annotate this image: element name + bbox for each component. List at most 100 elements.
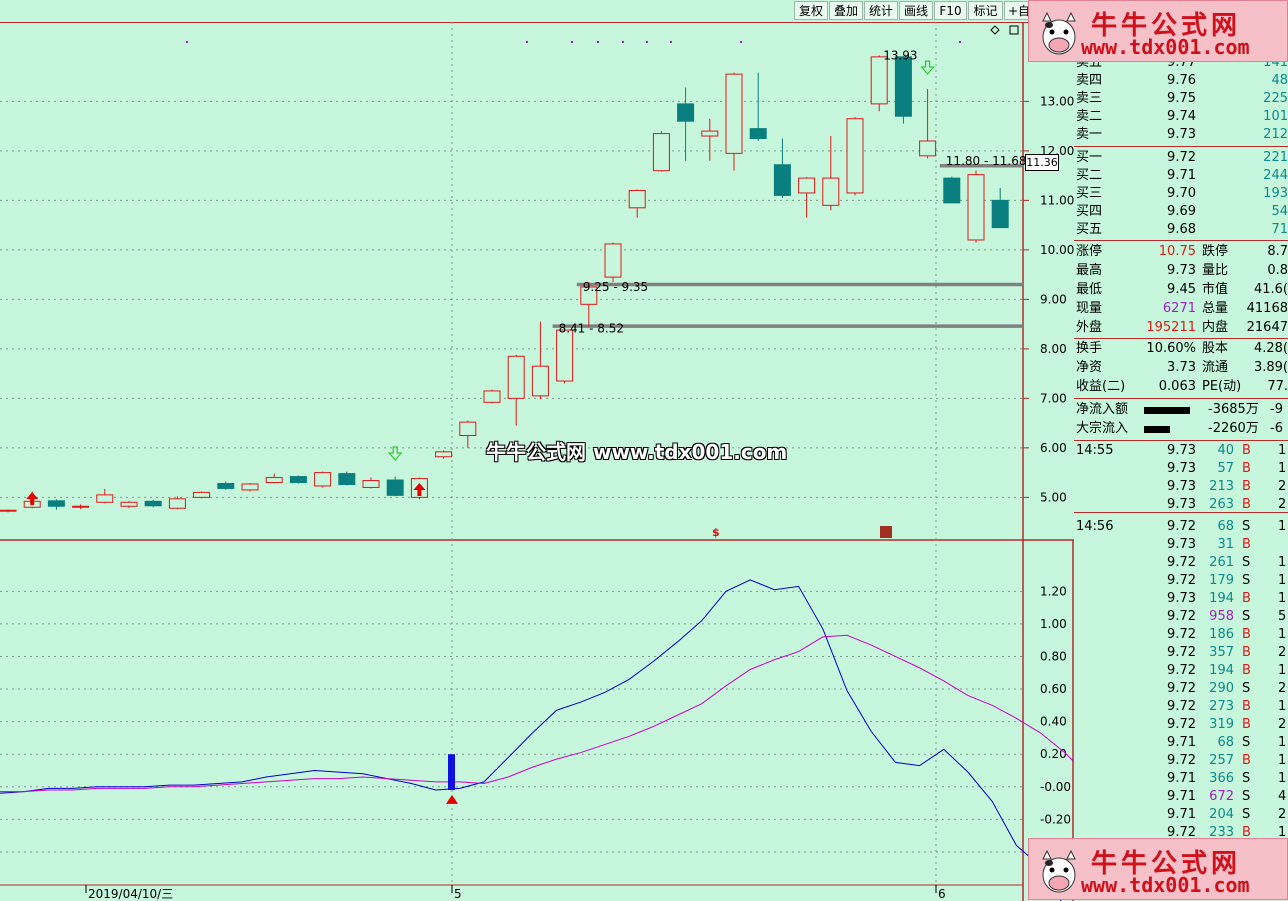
cell: B — [1242, 443, 1251, 458]
logo-url: www.tdx001.com — [1081, 873, 1250, 897]
toolbar-button-0[interactable]: 复权 — [794, 1, 828, 20]
ind-axis-label: -0.20 — [1040, 812, 1071, 826]
candle — [168, 496, 186, 510]
candle — [314, 471, 332, 488]
tick-row: 9.72 186 B 1 — [1074, 626, 1288, 644]
cell: 21647 — [1246, 320, 1288, 335]
cell: 1 — [1278, 519, 1287, 534]
price-annotation: 8.41 - 8.52 — [559, 322, 624, 336]
candle — [749, 72, 767, 141]
cell: 77. — [1267, 379, 1288, 394]
candle — [919, 89, 937, 159]
cell: 0.063 — [1158, 379, 1196, 394]
logo-banner-bottom: 牛牛公式网 www.tdx001.com — [1028, 838, 1288, 900]
candle — [967, 170, 985, 243]
stat-row: 外盘 195211 内盘 21647 — [1074, 319, 1288, 337]
panel-divider — [1074, 240, 1288, 241]
candle — [894, 55, 912, 124]
stat2-row: 净资 3.73 流通 3.89( — [1074, 359, 1288, 377]
panel-divider — [1074, 440, 1288, 441]
cell: 672 — [1209, 789, 1234, 804]
candle-body — [483, 390, 501, 403]
toolbar-button-5[interactable]: 标记 — [968, 1, 1003, 20]
cell: 225 — [1263, 91, 1288, 106]
signal-triangle-icon — [446, 794, 458, 804]
cell: 213 — [1209, 479, 1234, 494]
cell: B — [1242, 717, 1251, 732]
cell: B — [1242, 663, 1251, 678]
cell: 9.71 — [1167, 168, 1196, 183]
cell: 最高 — [1076, 263, 1103, 278]
cell: 卖四 — [1076, 73, 1103, 88]
ind-axis-label: 1.20 — [1040, 584, 1067, 598]
cell: 290 — [1209, 681, 1234, 696]
tick-row: 9.72 958 S 5 — [1074, 608, 1288, 626]
cell: 257 — [1209, 753, 1234, 768]
tick-row: 9.72 273 B 1 — [1074, 698, 1288, 716]
candle-body — [338, 473, 356, 485]
cell: 5 — [1278, 609, 1287, 624]
candle-body — [0, 509, 17, 512]
x-axis-label: 5 — [454, 887, 462, 901]
cell: 2 — [1278, 681, 1287, 696]
event-marker-icon — [880, 526, 892, 538]
cell: 31 — [1217, 537, 1234, 552]
cell: 71 — [1271, 222, 1288, 237]
cell: 0.8 — [1267, 263, 1288, 278]
cell: 1 — [1278, 771, 1287, 786]
cell: 1 — [1278, 555, 1287, 570]
cell: B — [1242, 627, 1251, 642]
toolbar-button-1[interactable]: 叠加 — [829, 1, 863, 20]
candle — [217, 481, 235, 490]
candle — [338, 471, 356, 486]
candle-body — [773, 164, 791, 196]
cell: 10.60% — [1146, 341, 1196, 356]
cell: 涨停 — [1076, 244, 1103, 259]
candle — [0, 509, 17, 513]
candle-body — [531, 365, 549, 397]
price-annotation: 11.80 - 11.68 — [946, 154, 1027, 168]
cell: B — [1242, 645, 1251, 660]
cell: 1 — [1278, 663, 1287, 678]
toolbar-button-2[interactable]: 统计 — [864, 1, 898, 20]
candle-body — [943, 177, 961, 204]
k-axis-label: 7.00 — [1040, 391, 1067, 405]
cell: 212 — [1263, 127, 1288, 142]
sell-level-row: 卖一 9.73 212 — [1074, 126, 1288, 144]
cell: 卖一 — [1076, 127, 1103, 142]
k-axis-label: 5.00 — [1040, 490, 1067, 504]
cell: 261 — [1209, 555, 1234, 570]
cell: 1 — [1278, 443, 1287, 458]
cell: 9.73 — [1167, 127, 1196, 142]
cell: 卖二 — [1076, 109, 1103, 124]
sell-level-row: 卖二 9.74 101 — [1074, 108, 1288, 126]
logo-banner-top: 牛牛公式网 www.tdx001.com — [1028, 0, 1288, 62]
ind-axis-label: 0.20 — [1040, 747, 1067, 761]
cell: 194 — [1209, 591, 1234, 606]
tick-row: 14:56 9.72 68 S 1 — [1074, 518, 1288, 536]
candle — [241, 483, 259, 492]
stat2-row: 收益(二) 0.063 PE(动) 77. — [1074, 378, 1288, 396]
candle-body — [749, 128, 767, 140]
candle — [846, 117, 864, 196]
signal-dot — [622, 41, 624, 43]
diamond-icon — [990, 25, 1000, 35]
cell: B — [1242, 461, 1251, 476]
sell-down-arrow-icon — [387, 446, 403, 461]
x-axis-label: 6 — [938, 887, 946, 901]
cell: 4.28( — [1253, 341, 1288, 356]
cell: -9 — [1270, 402, 1283, 417]
cell: S — [1242, 681, 1251, 696]
tick-row: 9.73 213 B 2 — [1074, 478, 1288, 496]
quote-panel: 卖五 9.77 141 卖四 9.76 48 卖三 9.75 225 卖二 9.74 101 卖一 9.7… — [1074, 22, 1288, 901]
cell: S — [1242, 807, 1251, 822]
chart-toolbar: 复权 叠加 统计 画线 F10 标记 +自 — [0, 0, 1032, 23]
cell: 41168 — [1246, 301, 1288, 316]
candle-body — [435, 451, 453, 458]
toolbar-button-4[interactable]: F10 — [934, 1, 967, 20]
window-box-icon — [1009, 25, 1019, 35]
cell: 外盘 — [1076, 320, 1103, 335]
toolbar-button-3[interactable]: 画线 — [899, 1, 933, 20]
tick-row: 9.73 57 B 1 — [1074, 460, 1288, 478]
cell: 4 — [1278, 789, 1287, 804]
